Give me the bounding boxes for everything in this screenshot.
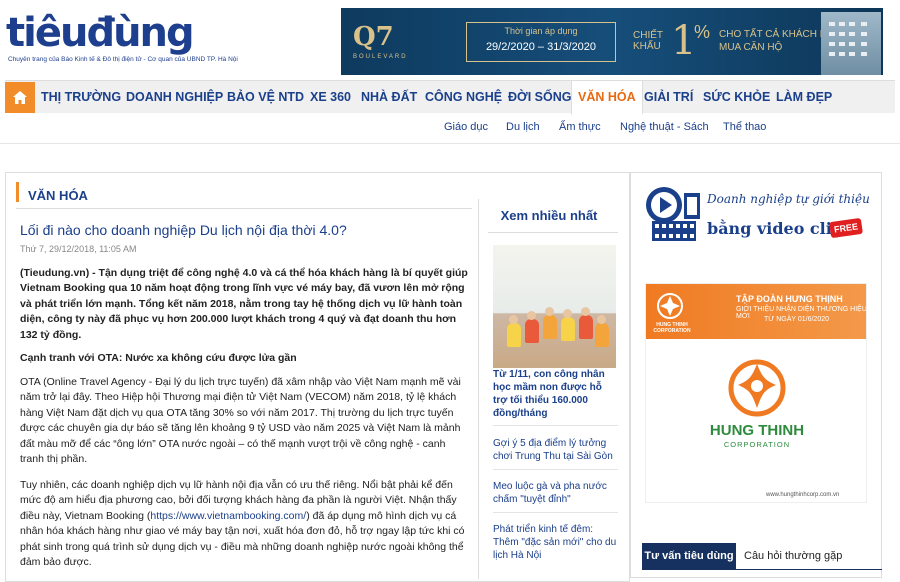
banner-brand: Q7 BOULEVARD: [353, 22, 408, 60]
most-viewed-item[interactable]: Phát triển kinh tế đêm: Thêm "đặc sản mớ…: [493, 523, 618, 562]
banner-discount-value: 1: [671, 18, 697, 64]
sub-nav: Giáo dục Du lịch Ẩm thực Nghệ thuật - Sá…: [0, 113, 900, 141]
home-icon: [13, 91, 27, 104]
banner-discount-label: CHIẾT KHẤU: [633, 30, 663, 52]
nav-item-xe-360[interactable]: XE 360: [310, 81, 351, 114]
consumer-tabs: Tư vấn tiêu dùng Câu hỏi thường gặp: [642, 543, 882, 569]
article-date: Thứ 7, 29/12/2018, 11:05 AM: [20, 244, 137, 254]
logo-text: tiêuđùng: [6, 10, 195, 56]
tab-tu-van-tieu-dung[interactable]: Tư vấn tiêu dùng: [642, 543, 736, 569]
subnav-item-the-thao[interactable]: Thể thao: [723, 121, 766, 133]
subnav-item-nghe-thuat-sach[interactable]: Nghệ thuật - Sách: [620, 121, 709, 133]
most-viewed-rule: [488, 232, 618, 233]
article-subhead: Cạnh tranh với OTA: Nước xa không cứu đư…: [20, 352, 297, 364]
building-image: [821, 12, 881, 75]
subnav-item-giao-duc[interactable]: Giáo dục: [444, 121, 488, 133]
most-viewed-thumbnail[interactable]: [493, 245, 616, 368]
most-viewed-item[interactable]: Gợi ý 5 địa điểm lý tưởng chơi Trung Thu…: [493, 437, 618, 463]
nav-item-suc-khoe[interactable]: SỨC KHỎE: [703, 81, 770, 114]
nav-item-doi-song[interactable]: ĐỜI SỐNG: [508, 81, 571, 114]
video-ad-line2[interactable]: bằng video clip: [707, 219, 843, 238]
article-paragraph-1: OTA (Online Travel Agency - Đại lý du lị…: [20, 376, 461, 466]
nav-item-cong-nghe[interactable]: CÔNG NGHỆ: [425, 81, 502, 114]
header-divider: [0, 143, 900, 144]
nav-item-bao-ve-ntd[interactable]: BẢO VỆ NTD: [227, 81, 304, 114]
tabs-rule: [642, 569, 882, 570]
article-paragraph-2: Tuy nhiên, các doanh nghiệp dịch vụ lữ h…: [20, 479, 465, 569]
logo-subtitle: Chuyên trang của Báo Kinh tế & Đô thị đi…: [8, 56, 238, 63]
nav-item-lam-dep[interactable]: LÀM ĐẸP: [776, 81, 832, 114]
nav-item-nha-dat[interactable]: NHÀ ĐẤT: [361, 81, 417, 114]
most-viewed-separator: [493, 512, 618, 513]
home-button[interactable]: [5, 82, 35, 113]
most-viewed-separator: [493, 425, 618, 426]
tab-cau-hoi-thuong-gap[interactable]: Câu hỏi thường gặp: [744, 543, 842, 569]
section-title-bar: [16, 182, 19, 202]
nav-item-giai-tri[interactable]: GIẢI TRÍ: [644, 81, 693, 114]
banner-period: Thời gian áp dụng 29/2/2020 – 31/3/2020: [466, 22, 616, 62]
header-banner-ad[interactable]: Q7 BOULEVARD Thời gian áp dụng 29/2/2020 …: [341, 8, 883, 75]
article-lead: (Tieudung.vn) - Tận dụng triệt để công n…: [20, 267, 468, 341]
most-viewed-item[interactable]: Meo luộc gà và pha nước chấm "tuyệt đỉnh…: [493, 480, 618, 506]
nav-item-thi-truong[interactable]: THỊ TRƯỜNG: [41, 81, 121, 114]
hung-thinh-ad-header: HUNG THINH CORPORATION TẬP ĐOÀN HƯNG THỊN…: [646, 284, 866, 339]
subnav-item-am-thuc[interactable]: Ẩm thực: [559, 121, 601, 133]
subnav-item-du-lich[interactable]: Du lịch: [506, 121, 540, 133]
article-title[interactable]: Lối đi nào cho doanh nghiệp Du lịch nội …: [20, 222, 347, 238]
most-viewed-title: Xem nhiều nhất: [500, 208, 598, 223]
section-title[interactable]: VĂN HÓA: [28, 188, 88, 203]
most-viewed-separator: [493, 469, 618, 470]
vietnambooking-link[interactable]: https://www.vietnambooking.com/: [150, 510, 306, 522]
hung-thinh-logo-icon: [657, 293, 683, 319]
main-nav: THỊ TRƯỜNG DOANH NGHIỆP BẢO VỆ NTD XE 36…: [5, 80, 895, 114]
video-ad-line1[interactable]: Doanh nghiệp tự giới thiệu: [707, 192, 870, 206]
most-viewed-item[interactable]: Từ 1/11, con công nhân học mầm non được …: [493, 368, 618, 420]
site-logo[interactable]: tiêuđùng Chuyên trang của Báo Kinh tế & …: [6, 10, 238, 70]
video-clip-icon[interactable]: [644, 185, 704, 243]
hung-thinh-ad[interactable]: HUNG THINH CORPORATION TẬP ĐOÀN HƯNG THỊN…: [645, 283, 867, 503]
nav-item-van-hoa[interactable]: VĂN HÓA: [571, 81, 643, 114]
section-rule: [16, 208, 472, 209]
nav-item-doanh-nghiep[interactable]: DOANH NGHIỆP: [126, 81, 223, 114]
